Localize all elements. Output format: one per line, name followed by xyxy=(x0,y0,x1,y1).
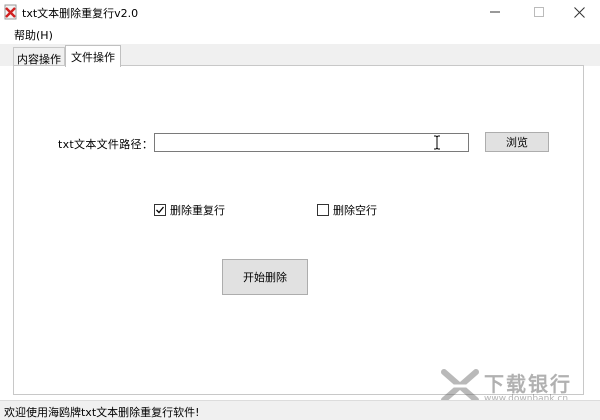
watermark-title: 下载银行 xyxy=(484,372,572,396)
title-bar: txt文本删除重复行v2.0 xyxy=(0,0,600,24)
status-bar: 欢迎使用海鸥牌txt文本删除重复行软件! xyxy=(0,400,600,420)
remove-empty-lines-checkbox[interactable] xyxy=(317,204,329,216)
status-text: 欢迎使用海鸥牌txt文本删除重复行软件! xyxy=(4,406,200,419)
remove-empty-lines-label: 删除空行 xyxy=(333,204,377,217)
close-button[interactable] xyxy=(560,0,598,24)
file-path-label: txt文本文件路径： xyxy=(58,138,154,151)
tab-strip: 内容操作 文件操作 xyxy=(0,44,600,67)
menu-bar: 帮助(H) xyxy=(0,24,600,44)
maximize-icon xyxy=(534,7,544,17)
menu-help[interactable]: 帮助(H) xyxy=(14,27,53,43)
file-path-input[interactable] xyxy=(154,133,469,152)
browse-button[interactable]: 浏览 xyxy=(485,132,549,152)
remove-duplicates-option[interactable]: 删除重复行 xyxy=(154,202,225,218)
maximize-button[interactable] xyxy=(520,0,558,24)
minimize-icon xyxy=(490,11,500,13)
tab-content-operations[interactable]: 内容操作 xyxy=(13,47,65,66)
text-cursor-icon xyxy=(433,135,441,150)
window-title: txt文本删除重复行v2.0 xyxy=(22,7,139,20)
checkmark-icon xyxy=(156,206,165,214)
remove-duplicates-label: 删除重复行 xyxy=(170,204,225,217)
remove-duplicates-checkbox[interactable] xyxy=(154,204,166,216)
start-delete-button[interactable]: 开始删除 xyxy=(222,259,308,295)
app-icon xyxy=(4,4,18,20)
minimize-button[interactable] xyxy=(476,0,514,24)
close-icon xyxy=(573,6,585,18)
remove-empty-lines-option[interactable]: 删除空行 xyxy=(317,202,377,218)
tab-panel xyxy=(13,65,584,395)
tab-file-operations[interactable]: 文件操作 xyxy=(65,45,121,67)
